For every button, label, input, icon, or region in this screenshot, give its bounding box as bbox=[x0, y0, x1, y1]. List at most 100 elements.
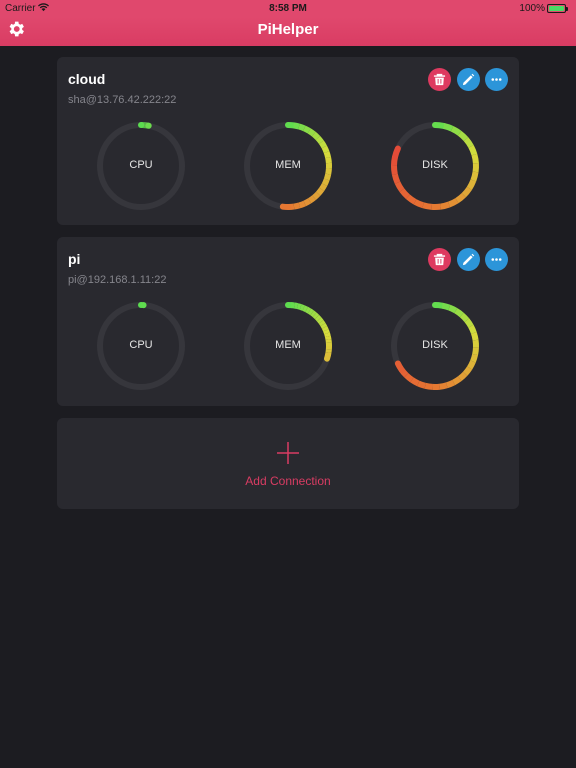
gauge-arc-segment bbox=[468, 324, 477, 334]
mem-gauge: MEM bbox=[241, 299, 335, 393]
gauge-arc-segment bbox=[293, 202, 301, 210]
gauge-arc-segment bbox=[318, 320, 326, 327]
gauge-arc-segment bbox=[305, 306, 311, 314]
gauge-arc-segment bbox=[394, 360, 405, 373]
clock: 8:58 PM bbox=[269, 3, 307, 14]
gauge-arc-segment bbox=[424, 382, 433, 390]
gauge-arc-segment bbox=[323, 151, 332, 159]
page-title: PiHelper bbox=[257, 21, 319, 38]
gauge-arc-segment bbox=[448, 304, 458, 314]
battery-icon bbox=[547, 4, 568, 13]
plus-icon bbox=[277, 442, 299, 464]
gauge-arc-segment bbox=[391, 173, 401, 184]
delete-button[interactable] bbox=[428, 68, 451, 91]
delete-button[interactable] bbox=[428, 248, 451, 271]
add-connection-label: Add Connection bbox=[245, 474, 331, 488]
gauge-arc-segment bbox=[319, 183, 328, 192]
gauge-arc-segment bbox=[299, 304, 305, 311]
gauge-arc-segment bbox=[443, 123, 454, 132]
gauge-arc-segment bbox=[452, 376, 462, 386]
gauge-arc-segment bbox=[440, 201, 451, 210]
battery-percent: 100% bbox=[519, 3, 545, 14]
cpu-gauge: CPU bbox=[94, 299, 188, 393]
gauge-arc-segment bbox=[302, 305, 308, 313]
gauge-arc-segment bbox=[450, 125, 462, 136]
disk-gauge: DISK bbox=[388, 299, 482, 393]
gauge-label: DISK bbox=[422, 159, 448, 171]
gauge-arc-segment bbox=[417, 380, 426, 389]
gauge-arc-segment bbox=[470, 171, 479, 182]
gauge-arc-segment bbox=[296, 303, 302, 310]
connection-card[interactable]: pi pi@192.168.1.11:22 CPU MEM DISK bbox=[57, 237, 519, 406]
gauge-arc-segment bbox=[404, 373, 414, 383]
gauge-arc-segment bbox=[310, 310, 317, 318]
gauge-arc-segment bbox=[293, 122, 300, 130]
gauge-arc-segment bbox=[298, 123, 306, 132]
gauge-arc-segment bbox=[307, 308, 314, 316]
gauge-arc-segment bbox=[323, 352, 331, 362]
more-button[interactable] bbox=[485, 68, 508, 91]
gauge-arc-segment bbox=[439, 382, 448, 390]
gauge-arc-segment bbox=[447, 198, 459, 208]
ellipsis-icon bbox=[491, 258, 502, 261]
pencil-icon bbox=[462, 73, 475, 86]
gauge-label: DISK bbox=[422, 339, 448, 351]
gauge-arc-segment bbox=[457, 130, 469, 142]
gauge-arc-segment bbox=[316, 317, 324, 324]
gauge-label: CPU bbox=[129, 159, 153, 171]
gauge-arc-segment bbox=[318, 140, 327, 149]
status-bar: Carrier 8:58 PM 100% bbox=[0, 0, 576, 17]
connection-name: cloud bbox=[68, 71, 106, 87]
gauge-arc-segment bbox=[320, 323, 328, 329]
gauge-arc-segment bbox=[467, 360, 476, 370]
gauge-arc-segment bbox=[463, 137, 474, 148]
gauge-arc-segment bbox=[441, 302, 451, 311]
gauge-arc-segment bbox=[321, 178, 330, 186]
gauge-label: CPU bbox=[129, 339, 153, 351]
gauge-arc-segment bbox=[422, 202, 433, 210]
trash-icon bbox=[433, 73, 446, 86]
gauge-arc-segment bbox=[307, 128, 316, 137]
gauge-arc-segment bbox=[462, 366, 473, 376]
gauge-arc-segment bbox=[312, 191, 321, 200]
gauge-arc-segment bbox=[392, 145, 401, 160]
edit-button[interactable] bbox=[457, 248, 480, 271]
add-connection-button[interactable]: Add Connection bbox=[57, 418, 519, 509]
gauge-arc-segment bbox=[457, 371, 468, 382]
gauge-arc-segment bbox=[413, 199, 425, 209]
gauge-arc-segment bbox=[464, 318, 474, 328]
gauge-arc-segment bbox=[454, 308, 464, 318]
gauge-arc-segment bbox=[303, 125, 311, 134]
gauge-label: MEM bbox=[275, 339, 301, 351]
gauge-arc-segment bbox=[315, 187, 325, 196]
gauge-arc-segment bbox=[405, 194, 417, 205]
gauge-arc-segment bbox=[298, 200, 306, 209]
gauge-arc-segment bbox=[466, 179, 477, 190]
gauge-arc-segment bbox=[461, 186, 472, 198]
gauge-arc-segment bbox=[470, 353, 479, 363]
gauge-arc-segment bbox=[399, 188, 410, 200]
gauge-label: MEM bbox=[275, 159, 301, 171]
gauge-arc-segment bbox=[314, 314, 322, 322]
gauge-arc-segment bbox=[459, 312, 470, 323]
connection-name: pi bbox=[68, 251, 81, 267]
ellipsis-icon bbox=[491, 78, 502, 81]
gauge-arc-segment bbox=[432, 122, 447, 129]
gauge-arc-segment bbox=[323, 173, 332, 181]
pencil-icon bbox=[462, 253, 475, 266]
gauge-arc-segment bbox=[432, 302, 446, 309]
gauge-arc-segment bbox=[311, 131, 321, 141]
gauge-arc-segment bbox=[455, 192, 466, 204]
trash-icon bbox=[433, 253, 446, 266]
connection-host: pi@192.168.1.11:22 bbox=[68, 274, 167, 286]
gauge-arc-segment bbox=[307, 195, 317, 204]
connection-host: sha@13.76.42.222:22 bbox=[68, 94, 177, 106]
gauge-arc-segment bbox=[303, 198, 312, 207]
connection-card[interactable]: cloud sha@13.76.42.222:22 CPU MEM DISK bbox=[57, 57, 519, 225]
edit-button[interactable] bbox=[457, 68, 480, 91]
gauge-arc-segment bbox=[321, 326, 329, 332]
more-button[interactable] bbox=[485, 248, 508, 271]
mem-gauge: MEM bbox=[241, 119, 335, 213]
gauge-arc-segment bbox=[321, 145, 330, 154]
gauge-arc-segment bbox=[324, 332, 331, 338]
